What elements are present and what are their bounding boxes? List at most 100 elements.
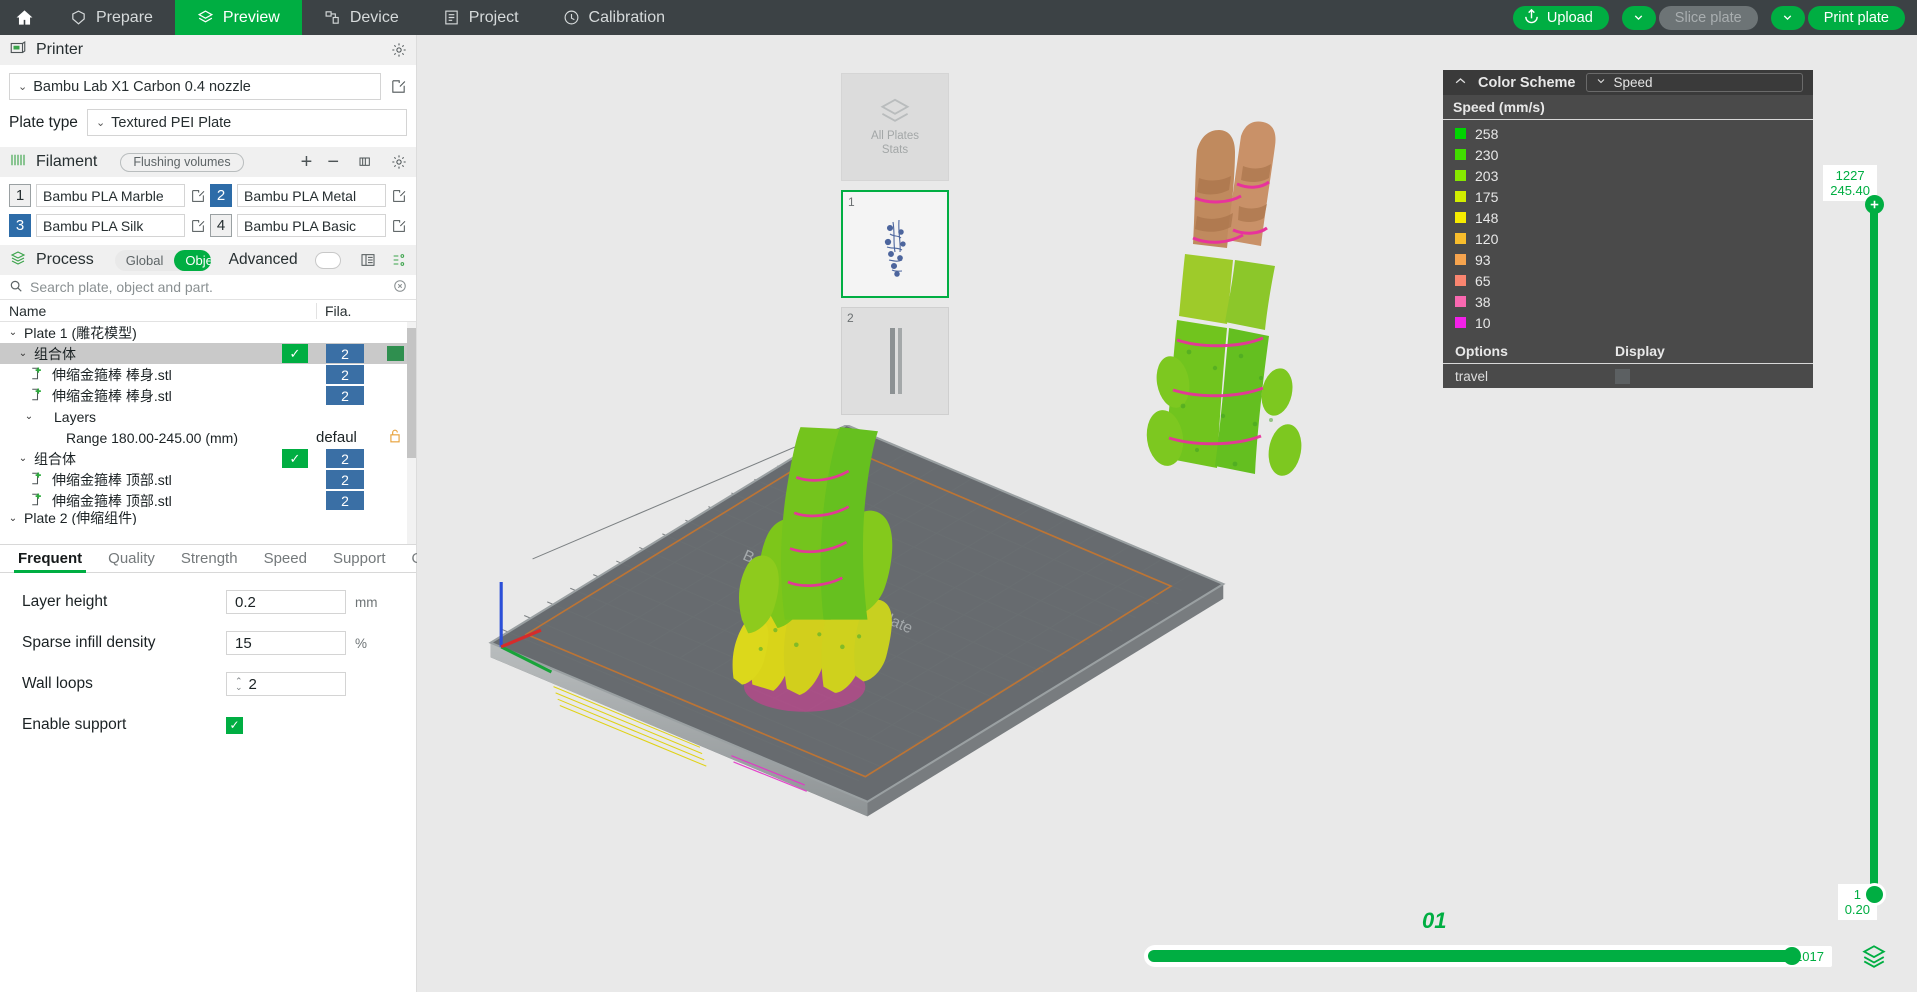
tree-row-fila[interactable]: 2 [316,470,374,489]
list-item[interactable]: 120 [1443,228,1813,249]
process-compare-icon[interactable] [391,252,407,268]
filament-badge[interactable]: 2 [326,470,364,489]
home-button[interactable] [0,0,48,35]
chevron-up-icon[interactable] [1453,74,1468,92]
layers-stack-icon[interactable] [1861,943,1887,974]
vertical-slider-top-handle[interactable] [1865,195,1884,214]
filament-settings-gear-icon[interactable] [391,154,407,170]
edit-printer-icon[interactable] [390,78,407,95]
tab-project[interactable]: Project [421,0,541,35]
add-filament-icon[interactable]: + [301,152,313,172]
tree-row-fila[interactable]: 2 [316,365,374,384]
filament-badge[interactable]: 2 [326,386,364,405]
tree-row-fila[interactable]: 2 [316,386,374,405]
tab-calibration[interactable]: Calibration [541,0,687,35]
upload-button[interactable]: Upload [1512,5,1609,30]
process-scope-global[interactable]: Global [115,250,175,271]
filament-sync-icon[interactable] [358,154,374,170]
tree-row-check[interactable]: ✓ [274,344,316,363]
chevron-down-icon[interactable]: ⌄ [6,327,20,338]
slice-plate-button[interactable]: Slice plate [1658,5,1758,30]
table-row[interactable]: ⌄ Layers [0,406,416,427]
filament-badge[interactable]: 2 [326,365,364,384]
printer-model-select[interactable]: ⌄ Bambu Lab X1 Carbon 0.4 nozzle [9,73,381,100]
chevron-down-icon[interactable]: ⌄ [16,348,30,359]
table-row[interactable]: 伸缩金箍棒 棒身.stl 2 [0,385,416,406]
tree-scrollbar-thumb[interactable] [407,328,416,458]
list-item[interactable]: 258 [1443,123,1813,144]
vertical-slider-track[interactable] [1870,209,1878,888]
check-icon[interactable]: ✓ [282,344,308,363]
table-row[interactable]: 伸缩金箍棒 顶部.stl 2 [0,490,416,511]
support-paint-icon[interactable] [386,346,404,361]
filament-name-4[interactable]: Bambu PLA Basic [237,214,386,237]
tab-support[interactable]: Support [320,544,399,573]
filament-badge[interactable]: 2 [326,449,364,468]
process-scope-toggle[interactable]: Global Objects [114,249,211,271]
lock-icon[interactable] [388,428,402,447]
table-row[interactable]: 伸缩金箍棒 棒身.stl 2 [0,364,416,385]
field-layer-height-input[interactable]: 0.2 [226,590,346,614]
check-icon[interactable]: ✓ [282,449,308,468]
filament-badge[interactable]: 2 [326,344,364,363]
enable-support-checkbox[interactable]: ✓ [226,716,243,734]
filament-name-3[interactable]: Bambu PLA Silk [36,214,185,237]
object-search-row[interactable]: Search plate, object and part. [0,275,416,300]
tree-row-fila[interactable]: 2 [316,344,374,363]
filament-slot-1[interactable]: 1 Bambu PLA Marble [9,184,206,207]
filament-index-2[interactable]: 2 [210,184,232,207]
remove-filament-icon[interactable]: − [327,152,339,172]
filament-slot-3[interactable]: 3 Bambu PLA Silk [9,214,206,237]
filament-slot-2[interactable]: 2 Bambu PLA Metal [210,184,407,207]
horizontal-slider-handle[interactable] [1783,947,1801,965]
slice-plate-dropdown[interactable] [1621,5,1656,30]
flushing-volumes-button[interactable]: Flushing volumes [120,152,244,172]
tab-strength[interactable]: Strength [168,544,251,573]
filament-badge[interactable]: 2 [326,491,364,510]
filament-name-2[interactable]: Bambu PLA Metal [237,184,386,207]
search-input[interactable]: Search plate, object and part. [30,279,213,295]
process-scope-objects[interactable]: Objects [174,249,211,271]
list-item[interactable]: 38 [1443,291,1813,312]
table-row[interactable]: Range 180.00-245.00 (mm) defaul [0,427,416,448]
tab-frequent[interactable]: Frequent [5,544,95,573]
list-item[interactable]: 10 [1443,312,1813,333]
plate-type-select[interactable]: ⌄ Textured PEI Plate [86,109,407,136]
table-row[interactable]: ⌄ 组合体 ✓ 2 [0,343,416,364]
layer-vertical-slider[interactable] [1861,195,1887,906]
edit-filament-3-icon[interactable] [190,218,206,234]
filament-name-1[interactable]: Bambu PLA Marble [36,184,185,207]
print-plate-dropdown[interactable] [1770,5,1805,30]
tree-row-fila[interactable]: 2 [316,449,374,468]
list-item[interactable]: 230 [1443,144,1813,165]
chevron-down-icon[interactable]: ⌄ [16,453,30,464]
all-plates-stats-thumbnail[interactable]: All Plates Stats [841,73,949,181]
tree-row-fila[interactable]: 2 [316,491,374,510]
clear-search-icon[interactable] [393,279,407,296]
advanced-toggle-switch[interactable] [314,251,341,269]
vertical-slider-bottom-handle[interactable] [1863,883,1886,906]
edit-filament-2-icon[interactable] [391,188,407,204]
table-row[interactable]: ⌄ Plate 2 (伸缩组件) [0,511,416,525]
filament-slot-4[interactable]: 4 Bambu PLA Basic [210,214,407,237]
list-item[interactable]: 175 [1443,186,1813,207]
edit-filament-4-icon[interactable] [391,218,407,234]
tab-quality[interactable]: Quality [95,544,168,573]
wall-loops-stepper-icon[interactable]: ⌃ ⌄ [235,677,243,692]
field-wall-loops-input[interactable]: ⌃ ⌄ 2 [226,672,346,696]
plate-thumbnail-2[interactable]: 2 [841,307,949,415]
table-row[interactable]: 伸缩金箍棒 顶部.stl 2 [0,469,416,490]
tab-prepare[interactable]: Prepare [48,0,175,35]
print-plate-button[interactable]: Print plate [1807,5,1905,30]
tab-device[interactable]: Device [302,0,421,35]
horizontal-slider-track[interactable] [1148,947,1801,965]
3d-viewport[interactable]: All Plates Stats 1 2 Plate 01 Color Sche… [417,35,1917,992]
filament-index-3[interactable]: 3 [9,214,31,237]
move-horizontal-slider[interactable] [1144,945,1801,967]
list-item[interactable]: 148 [1443,207,1813,228]
legend-option-travel[interactable]: travel [1443,364,1813,388]
process-list-view-icon[interactable] [360,252,376,268]
plate-thumbnail-1[interactable]: 1 [841,190,949,298]
tree-row-check[interactable]: ✓ [274,449,316,468]
table-row[interactable]: ⌄ Plate 1 (雕花模型) [0,322,416,343]
